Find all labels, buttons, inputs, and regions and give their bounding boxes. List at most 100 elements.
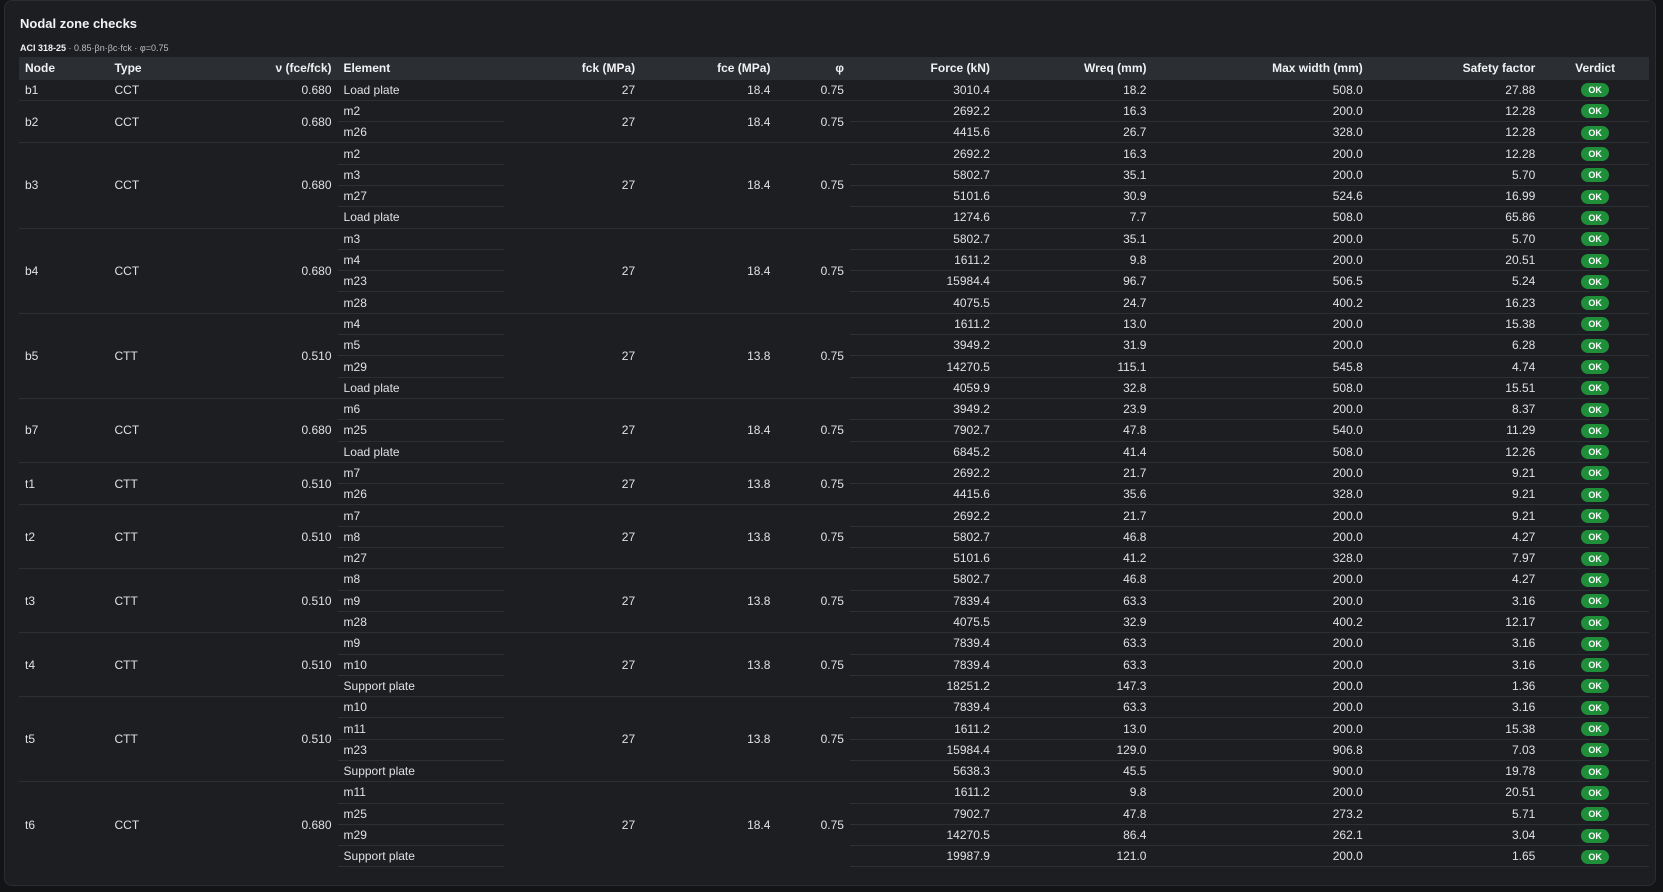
- safety-factor-cell: 4.27: [1368, 525, 1542, 548]
- element-cell: m29: [337, 823, 504, 846]
- col-header-verdict[interactable]: Verdict: [1541, 57, 1649, 79]
- safety-factor-cell: 3.16: [1368, 696, 1542, 718]
- max-width-cell: 328.0: [1152, 121, 1369, 143]
- safety-factor-cell: 5.70: [1368, 227, 1542, 250]
- safety-factor-cell: 12.28: [1368, 142, 1542, 165]
- col-header-nu[interactable]: ν (fce/fck): [260, 57, 338, 79]
- verdict-cell: OK: [1541, 504, 1649, 527]
- element-cell: m9: [337, 632, 504, 655]
- status-badge: OK: [1581, 381, 1610, 396]
- table-row: b2 CCT 0.680 m2 27 18.4 0.75 2692.2 16.3 200.0 12.…: [19, 99, 1649, 143]
- wreq-cell: 32.8: [995, 376, 1153, 399]
- element-cell: Load plate: [337, 78, 504, 101]
- wreq-cell: 24.7: [995, 291, 1153, 314]
- wreq-cell: 63.3: [995, 653, 1153, 676]
- max-width-cell: 200.0: [1152, 461, 1369, 484]
- type-cell: CCT: [108, 397, 261, 463]
- col-header-fce[interactable]: fce (MPa): [641, 57, 777, 79]
- nu-cell: 0.680: [260, 78, 338, 101]
- col-header-force[interactable]: Force (kN): [849, 57, 996, 79]
- col-header-node[interactable]: Node: [19, 57, 109, 79]
- verdict-cell: OK: [1541, 248, 1649, 271]
- max-width-cell: 400.2: [1152, 610, 1369, 633]
- verdict-cell: OK: [1541, 568, 1649, 591]
- force-cell: 1611.2: [849, 717, 996, 740]
- wreq-cell: 41.2: [995, 547, 1153, 569]
- safety-factor-cell: 1.65: [1368, 845, 1542, 868]
- safety-factor-cell: 20.51: [1368, 248, 1542, 271]
- max-width-cell: 200.0: [1152, 845, 1369, 868]
- nu-cell: 0.510: [260, 312, 338, 399]
- verdict-cell: OK: [1541, 227, 1649, 250]
- nu-cell: 0.680: [260, 99, 338, 143]
- type-cell: CTT: [108, 632, 261, 697]
- safety-factor-cell: 8.37: [1368, 397, 1542, 420]
- wreq-cell: 129.0: [995, 738, 1153, 761]
- max-width-cell: 328.0: [1152, 547, 1369, 569]
- wreq-cell: 147.3: [995, 674, 1153, 697]
- safety-factor-cell: 65.86: [1368, 206, 1542, 229]
- table-row: t3 CTT 0.510 m8 27 13.8 0.75 5802.7 46.8 200.0 4.2…: [19, 568, 1649, 633]
- fck-cell: 27: [503, 99, 642, 143]
- max-width-cell: 200.0: [1152, 334, 1369, 356]
- verdict-cell: OK: [1541, 184, 1649, 207]
- fck-cell: 27: [503, 461, 642, 505]
- force-cell: 5802.7: [849, 568, 996, 591]
- status-badge: OK: [1581, 807, 1610, 822]
- panel-title: Nodal zone checks: [20, 16, 138, 31]
- wreq-cell: 63.3: [995, 589, 1153, 612]
- fck-cell: 27: [503, 78, 642, 101]
- wreq-cell: 9.8: [995, 781, 1153, 804]
- fce-cell: 13.8: [641, 504, 777, 569]
- node-cell: t6: [19, 781, 109, 867]
- verdict-cell: OK: [1541, 206, 1649, 229]
- max-width-cell: 200.0: [1152, 696, 1369, 718]
- max-width-cell: 200.0: [1152, 653, 1369, 676]
- col-header-element[interactable]: Element: [337, 57, 504, 79]
- col-header-safety-factor[interactable]: Safety factor: [1368, 57, 1542, 79]
- verdict-cell: OK: [1541, 653, 1649, 676]
- max-width-cell: 508.0: [1152, 206, 1369, 229]
- fck-cell: 27: [503, 397, 642, 463]
- phi-cell: 0.75: [776, 78, 850, 101]
- element-cell: m29: [337, 355, 504, 378]
- max-width-cell: 524.6: [1152, 184, 1369, 207]
- wreq-cell: 30.9: [995, 184, 1153, 207]
- type-cell: CCT: [108, 227, 261, 314]
- wreq-cell: 13.0: [995, 717, 1153, 740]
- fce-cell: 13.8: [641, 461, 777, 505]
- table-row: t1 CTT 0.510 m7 27 13.8 0.75 2692.2 21.7 200.0 9.2…: [19, 461, 1649, 505]
- force-cell: 19987.9: [849, 845, 996, 868]
- force-cell: 15984.4: [849, 270, 996, 292]
- max-width-cell: 328.0: [1152, 483, 1369, 505]
- verdict-cell: OK: [1541, 376, 1649, 399]
- max-width-cell: 200.0: [1152, 781, 1369, 804]
- element-cell: m5: [337, 334, 504, 356]
- element-cell: Load plate: [337, 206, 504, 229]
- node-cell: b3: [19, 142, 109, 229]
- table-body: b1 CCT 0.680 Load plate 27 18.4 0.75 3010.4 18.2…: [19, 78, 1649, 868]
- force-cell: 7902.7: [849, 802, 996, 825]
- fce-cell: 18.4: [641, 142, 777, 229]
- col-header-type[interactable]: Type: [108, 57, 261, 79]
- col-header-phi[interactable]: φ: [776, 57, 850, 79]
- force-cell: 14270.5: [849, 823, 996, 846]
- fck-cell: 27: [503, 632, 642, 697]
- col-header-wreq[interactable]: Wreq (mm): [995, 57, 1153, 79]
- element-cell: m23: [337, 270, 504, 292]
- element-cell: Support plate: [337, 759, 504, 782]
- element-cell: m11: [337, 781, 504, 804]
- max-width-cell: 540.0: [1152, 419, 1369, 442]
- max-width-cell: 508.0: [1152, 376, 1369, 399]
- safety-factor-cell: 9.21: [1368, 504, 1542, 527]
- col-header-fck[interactable]: fck (MPa): [503, 57, 642, 79]
- verdict-cell: OK: [1541, 78, 1649, 101]
- max-width-cell: 200.0: [1152, 248, 1369, 271]
- col-header-max-width[interactable]: Max width (mm): [1152, 57, 1369, 79]
- status-badge: OK: [1581, 509, 1610, 524]
- max-width-cell: 200.0: [1152, 589, 1369, 612]
- status-badge: OK: [1581, 849, 1610, 864]
- max-width-cell: 273.2: [1152, 802, 1369, 825]
- type-cell: CCT: [108, 99, 261, 143]
- verdict-cell: OK: [1541, 696, 1649, 718]
